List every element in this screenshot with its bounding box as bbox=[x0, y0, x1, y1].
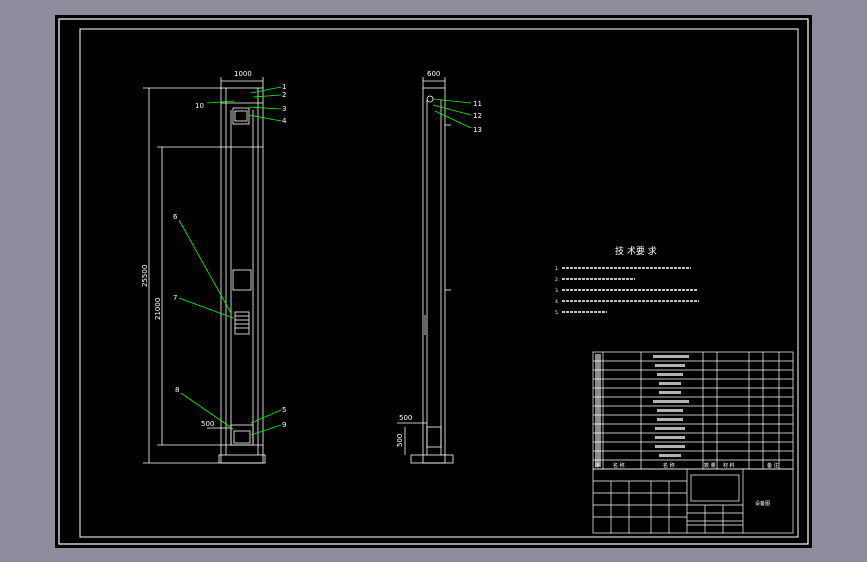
front-label-3: 3 bbox=[282, 105, 286, 113]
title-block-drawing-name: 设备图 bbox=[755, 500, 770, 507]
front-label-2: 2 bbox=[282, 91, 286, 99]
parts-list bbox=[592, 351, 794, 470]
front-label-8: 8 bbox=[175, 386, 179, 394]
side-view bbox=[397, 77, 454, 464]
front-label-1: 1 bbox=[282, 83, 286, 91]
side-label-11: 11 bbox=[473, 100, 482, 108]
front-label-5: 5 bbox=[282, 406, 286, 414]
side-label-12: 12 bbox=[473, 112, 482, 120]
tech-notes-list: 1. 2. 3. 4. 5. bbox=[555, 266, 699, 316]
front-height-inner-dim: 21000 bbox=[154, 298, 162, 320]
front-view-leaders bbox=[178, 86, 282, 436]
front-label-7: 7 bbox=[173, 294, 177, 302]
parts-header-remark: 备 注 bbox=[767, 462, 779, 469]
side-bottom-dim-vertical: 500 bbox=[396, 434, 404, 447]
parts-list-fill bbox=[595, 354, 689, 467]
side-label-13: 13 bbox=[473, 126, 482, 134]
front-width-dim: 1000 bbox=[234, 70, 252, 78]
drawing-sheet: 1000 25500 21000 500 1 2 3 4 10 6 7 8 5 … bbox=[55, 15, 812, 548]
front-label-4: 4 bbox=[282, 117, 287, 125]
side-view-leaders bbox=[432, 98, 472, 129]
side-width-dim: 600 bbox=[427, 70, 440, 78]
front-height-total-dim: 25500 bbox=[141, 265, 149, 287]
parts-header-index: 序 bbox=[595, 462, 600, 469]
inner-frame bbox=[79, 28, 799, 538]
tech-note-4: 4. bbox=[555, 299, 559, 305]
front-label-10: 10 bbox=[195, 102, 204, 110]
side-bottom-dim: 500 bbox=[399, 414, 412, 422]
parts-header-qty: 数 量 bbox=[704, 462, 716, 469]
front-label-9: 9 bbox=[282, 421, 286, 429]
parts-header-code: 名 称 bbox=[613, 462, 625, 469]
parts-header-material: 材 料 bbox=[723, 462, 735, 469]
parts-header-name: 名 称 bbox=[663, 462, 675, 469]
tech-note-3: 3. bbox=[555, 288, 559, 294]
tech-note-2: 2. bbox=[555, 277, 559, 283]
tech-note-1: 1. bbox=[555, 266, 559, 272]
tech-note-5: 5. bbox=[555, 310, 559, 316]
tech-notes-title: 技 术要 求 bbox=[615, 245, 657, 257]
cad-drawing: 1000 25500 21000 500 1 2 3 4 10 6 7 8 5 … bbox=[58, 18, 809, 545]
outer-frame bbox=[58, 18, 809, 545]
front-label-6: 6 bbox=[173, 213, 178, 221]
front-view bbox=[143, 77, 266, 464]
front-bottom-dim: 500 bbox=[201, 420, 214, 428]
